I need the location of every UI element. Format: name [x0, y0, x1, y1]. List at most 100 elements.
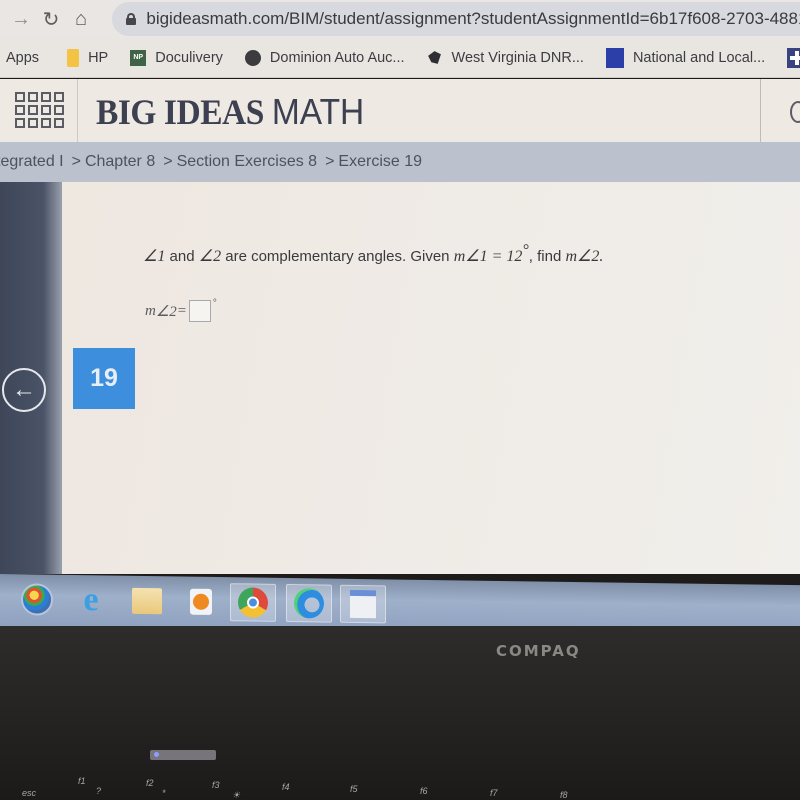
grid-cell-icon [54, 92, 64, 102]
site-header: BIG IDEAS MATH [0, 79, 800, 142]
math-angle2: ∠2 [198, 248, 222, 265]
start-button[interactable] [14, 580, 60, 619]
file-explorer-icon [132, 587, 162, 615]
header-divider [760, 79, 761, 142]
bookmark-label: Dominion Auto Auc... [269, 49, 405, 66]
media-player-icon [190, 588, 212, 615]
key-f1: f1 [78, 776, 86, 786]
screen-photo: → ↻ ⌂ bigideasmath.com/BIM/student/assig… [0, 0, 800, 800]
brand-logo[interactable]: BIG IDEAS MATH [96, 91, 364, 133]
national-icon [605, 47, 624, 68]
breadcrumb-exercise: Exercise 19 [338, 153, 423, 170]
left-rail: ← [0, 182, 62, 574]
math-period: . [599, 248, 604, 265]
edge-icon [294, 588, 324, 619]
back-arrow-button[interactable]: ← [2, 368, 46, 412]
home-icon[interactable]: ⌂ [66, 4, 96, 34]
bookmark-label: National and Local... [632, 49, 766, 66]
grid-cell-icon [41, 105, 51, 115]
plus-icon [787, 47, 800, 68]
answer-m: m [145, 302, 156, 319]
bookmark-hp[interactable]: HP [67, 48, 109, 67]
bookmark-inmate[interactable]: Inmat [787, 47, 800, 68]
taskbar-internet-explorer[interactable]: e [68, 581, 114, 620]
app-grid-button[interactable] [0, 79, 78, 142]
windows-start-icon [21, 583, 53, 616]
math-given-value: 12 [506, 248, 523, 265]
internet-explorer-icon: e [83, 581, 99, 619]
folder-icon [67, 48, 80, 67]
key-f8: f8 [560, 790, 568, 800]
doculivery-icon: NP [130, 49, 147, 66]
text-mid: are complementary angles. Given [221, 248, 454, 265]
bookmark-national[interactable]: National and Local... [605, 47, 766, 68]
taskbar-app[interactable] [340, 584, 386, 624]
arrow-left-icon: ← [12, 376, 36, 403]
address-bar[interactable]: bigideasmath.com/BIM/student/assignment?… [112, 2, 800, 36]
breadcrumb-chapter[interactable]: Chapter 8 [85, 153, 155, 171]
key-brightness: ☀ [232, 790, 241, 800]
forward-icon[interactable]: → [6, 4, 36, 34]
key-star: * [162, 788, 166, 798]
power-led-icon [154, 752, 159, 757]
answer-degree-unit: ° [212, 298, 217, 309]
taskbar-file-explorer[interactable] [124, 582, 170, 621]
lock-icon [126, 13, 137, 25]
power-strip [150, 750, 216, 760]
answer-equals: = [176, 302, 187, 319]
key-help: ? [96, 786, 102, 796]
grid-cell-icon [28, 92, 38, 102]
key-f4: f4 [282, 782, 290, 792]
key-f3: f3 [212, 780, 220, 790]
exercise-number-badge: 19 [73, 348, 135, 409]
bookmark-doculivery[interactable]: NP Doculivery [130, 49, 223, 66]
url-text[interactable]: bigideasmath.com/BIM/student/assignment?… [146, 9, 800, 29]
reload-icon[interactable]: ↻ [36, 4, 66, 34]
apps-label: Apps [6, 49, 40, 66]
grid-cell-icon [54, 105, 64, 115]
grid-cell-icon [54, 118, 64, 128]
west-virginia-icon [428, 51, 441, 64]
taskbar-media-player[interactable] [178, 582, 224, 621]
brand-bold: BIG IDEAS [96, 92, 264, 132]
bookmark-label: HP [88, 49, 109, 66]
answer-row: m ∠2 = ° [145, 298, 217, 322]
math-angle: ∠2 [577, 248, 600, 265]
bookmark-label: West Virginia DNR... [451, 49, 584, 66]
math-angle1: ∠1 [143, 248, 166, 265]
breadcrumb-section[interactable]: Section Exercises 8 [177, 153, 318, 171]
exercise-content: ← 19 ∠1 and ∠2 are complementary angles.… [0, 182, 800, 574]
bookmarks-bar: Apps HP NP Doculivery Dominion Auto Auc.… [0, 38, 800, 78]
browser-toolbar: → ↻ ⌂ bigideasmath.com/BIM/student/assig… [0, 0, 800, 38]
bookmark-apps[interactable]: Apps [6, 50, 39, 66]
taskbar-chrome[interactable] [230, 583, 276, 622]
bookmark-wv-dnr[interactable]: West Virginia DNR... [427, 50, 584, 66]
app-window-icon [350, 589, 376, 619]
laptop-logo: COMPAQ [496, 642, 581, 660]
math-m: m [565, 248, 578, 265]
answer-input[interactable] [188, 300, 211, 322]
math-angle: ∠1 [465, 248, 488, 265]
bookmark-dominion[interactable]: Dominion Auto Auc... [244, 49, 405, 66]
breadcrumb-separator: > [325, 153, 335, 170]
grid-cell-icon [41, 92, 51, 102]
key-f2: f2 [146, 778, 154, 788]
help-icon[interactable] [790, 101, 800, 123]
key-f7: f7 [490, 788, 498, 798]
grid-cell-icon [41, 118, 51, 128]
text-and: and [165, 248, 199, 265]
text-find: , find [528, 248, 566, 265]
math-equals: = [487, 248, 507, 265]
grid-cell-icon [15, 92, 25, 102]
key-esc: esc [22, 788, 37, 798]
breadcrumb-separator: > [163, 153, 173, 170]
taskbar-edge[interactable] [286, 583, 332, 623]
keyboard-row: esc f1 ? f2 * f3 ☀ f4 f5 f6 f7 f8 [0, 770, 800, 800]
breadcrumb: tegrated I > Chapter 8 > Section Exercis… [0, 142, 800, 182]
grid-cell-icon [28, 118, 38, 128]
math-m: m [453, 248, 466, 265]
brand-light: MATH [271, 91, 365, 132]
grid-cell-icon [15, 118, 25, 128]
grid-cell-icon [28, 105, 38, 115]
breadcrumb-course[interactable]: tegrated I [0, 153, 64, 171]
